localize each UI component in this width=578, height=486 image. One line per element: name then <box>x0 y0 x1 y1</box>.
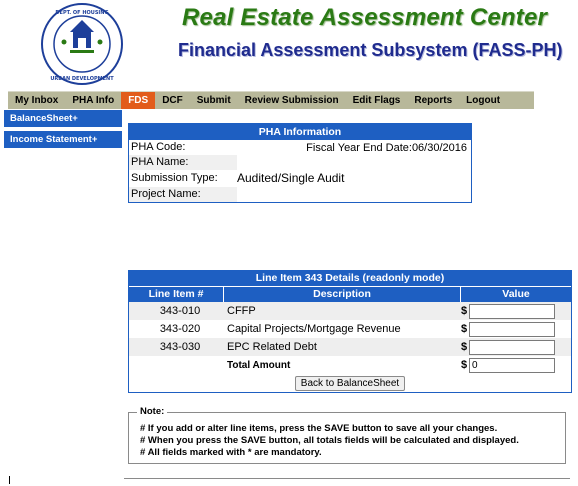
value-input-343-030[interactable] <box>469 339 555 355</box>
line-item-title: Line Item 343 Details (readonly mode) <box>129 271 571 286</box>
app-title: Real Estate Assessment Center <box>182 4 548 31</box>
total-amount-input[interactable] <box>469 357 555 373</box>
note-box: Note: # If you add or alter line items, … <box>128 406 566 464</box>
fiscal-year-end: Fiscal Year End Date:06/30/2016 <box>306 142 467 154</box>
pha-name-label: PHA Name: <box>129 155 237 170</box>
table-row: 343-020 Capital Projects/Mortgage Revenu… <box>129 320 571 338</box>
note-line: # If you add or alter line items, press … <box>140 423 498 434</box>
currency-symbol: $ <box>461 341 468 353</box>
nav-dcf[interactable]: DCF <box>155 92 190 109</box>
nav-edit-flags[interactable]: Edit Flags <box>346 92 408 109</box>
total-label: Total Amount <box>227 359 291 371</box>
value-cell: $ <box>459 303 571 319</box>
nav-logout[interactable]: Logout <box>459 92 507 109</box>
back-to-balancesheet-button[interactable]: Back to BalanceSheet <box>294 375 406 391</box>
app-subtitle: Financial Assessment Subsystem (FASS-PH) <box>178 40 563 60</box>
value-input-343-020[interactable] <box>469 321 555 337</box>
pha-name-value <box>237 155 471 170</box>
sidebar-item-income-statement[interactable]: Income Statement+ <box>4 131 122 148</box>
total-cell: $ <box>459 357 571 373</box>
sidebar-item-balancesheet[interactable]: BalanceSheet+ <box>4 110 122 127</box>
value-input-343-010[interactable] <box>469 303 555 319</box>
project-name-value <box>237 187 471 202</box>
table-row: 343-010 CFFP $ <box>129 302 571 320</box>
line-item-code: 343-010 <box>159 305 201 317</box>
sidebar: BalanceSheet+ Income Statement+ <box>4 110 122 152</box>
currency-symbol: $ <box>461 305 468 317</box>
nav-submit[interactable]: Submit <box>190 92 238 109</box>
project-name-row: Project Name: <box>129 187 471 202</box>
currency-symbol: $ <box>461 359 468 371</box>
value-cell: $ <box>459 321 571 337</box>
note-legend: Note: <box>137 406 168 417</box>
pha-info-panel: PHA Information Fiscal Year End Date:06/… <box>128 123 472 203</box>
col-description: Description <box>223 287 460 302</box>
currency-symbol: $ <box>461 323 468 335</box>
table-row: 343-030 EPC Related Debt $ <box>129 338 571 356</box>
nav-my-inbox[interactable]: My Inbox <box>8 92 65 109</box>
col-line-item: Line Item # <box>148 288 204 300</box>
nav-review-submission[interactable]: Review Submission <box>238 92 346 109</box>
text-cursor-mark <box>9 476 10 484</box>
pha-code-label: PHA Code: <box>131 141 186 153</box>
line-item-panel: Line Item 343 Details (readonly mode) Li… <box>128 270 572 393</box>
nav-reports[interactable]: Reports <box>407 92 459 109</box>
note-line: # All fields marked with * are mandatory… <box>140 447 322 458</box>
line-item-code: 343-030 <box>159 341 201 353</box>
submission-type-row: Submission Type: Audited/Single Audit <box>129 170 471 187</box>
submission-type-value: Audited/Single Audit <box>237 171 345 185</box>
line-item-description: CFFP <box>227 305 256 317</box>
pha-name-row: PHA Name: <box>129 155 471 170</box>
back-row: Back to BalanceSheet <box>129 374 571 392</box>
project-name-label: Project Name: <box>129 187 237 202</box>
footer-divider <box>124 478 570 479</box>
svg-text:URBAN DEVELOPMENT: URBAN DEVELOPMENT <box>50 76 114 82</box>
line-item-column-headers: Line Item # Description Value <box>129 286 571 302</box>
pha-info-header: PHA Information <box>129 124 471 140</box>
line-item-description: EPC Related Debt <box>227 341 317 353</box>
nav-fds[interactable]: FDS <box>121 92 156 109</box>
hud-seal-icon: DEPT. OF HOUSING URBAN DEVELOPMENT <box>40 2 124 86</box>
col-value: Value <box>460 287 571 302</box>
total-row: Total Amount $ <box>129 356 571 374</box>
line-item-code: 343-020 <box>159 323 201 335</box>
note-line: # When you press the SAVE button, all to… <box>140 435 519 446</box>
svg-text:DEPT. OF HOUSING: DEPT. OF HOUSING <box>55 10 108 16</box>
submission-type-label: Submission Type: <box>131 172 218 184</box>
nav-pha-info[interactable]: PHA Info <box>65 92 121 109</box>
top-nav: My Inbox PHA Info FDS DCF Submit Review … <box>8 91 534 109</box>
line-item-description: Capital Projects/Mortgage Revenue <box>227 323 401 335</box>
note-lines: # If you add or alter line items, press … <box>140 423 519 459</box>
value-cell: $ <box>459 339 571 355</box>
